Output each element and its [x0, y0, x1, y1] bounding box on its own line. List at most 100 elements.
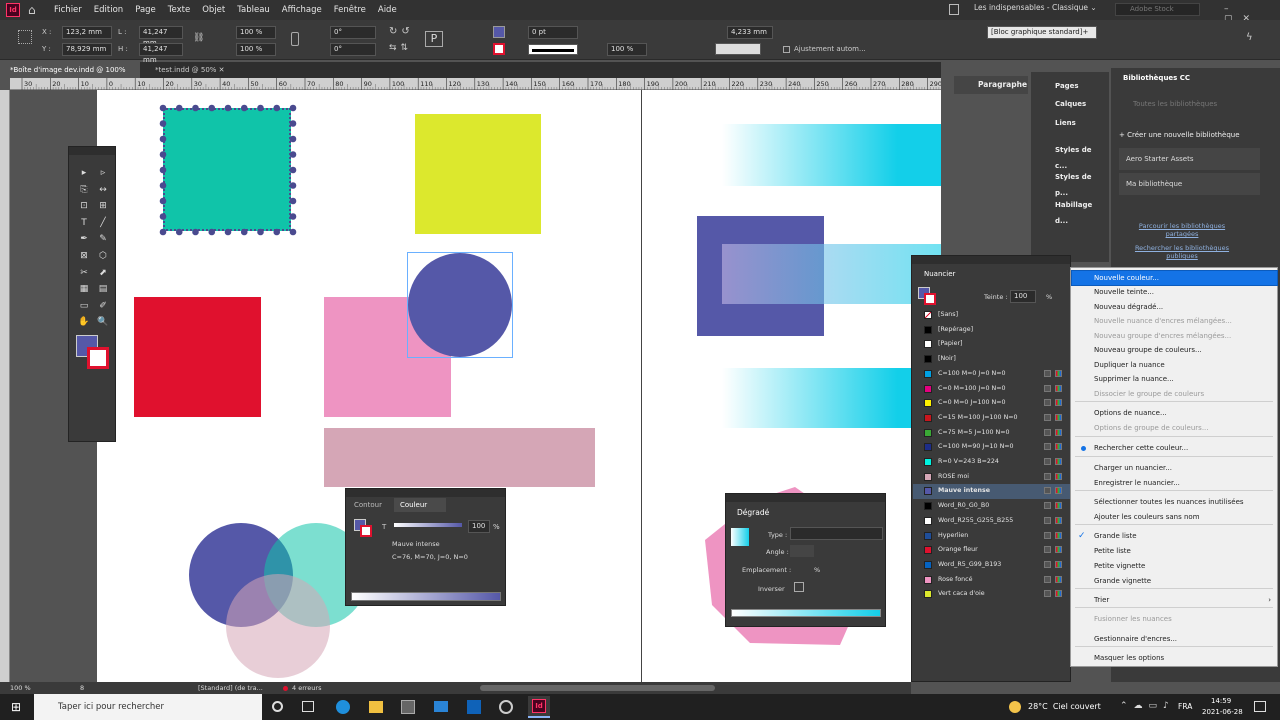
stroke-color-box[interactable]	[87, 347, 109, 369]
adobe-stock-search[interactable]: Adobe Stock	[1115, 3, 1200, 16]
side-panel-item-3[interactable]: Styles de c...	[1036, 142, 1102, 170]
context-menu-item[interactable]: Petite vignette	[1072, 559, 1277, 573]
swatch-row[interactable]: Orange fleur	[913, 543, 1070, 558]
type-tool-icon[interactable]: T	[78, 217, 90, 229]
stroke-swatch[interactable]	[493, 43, 505, 55]
cortana-icon[interactable]	[272, 701, 283, 712]
context-menu-item[interactable]: Nouvelle teinte...	[1072, 285, 1277, 299]
swatch-row[interactable]: Vert caca d'oie	[913, 587, 1070, 602]
create-library-button[interactable]: + Créer une nouvelle bibliothèque	[1119, 128, 1269, 142]
line-tool-icon[interactable]: ╱	[97, 217, 109, 229]
swatch-row[interactable]: C=100 M=90 J=10 N=0	[913, 440, 1070, 455]
clock-date[interactable]: 2021-06-28	[1202, 708, 1243, 716]
reference-point-icon[interactable]	[18, 30, 32, 44]
gradient-type-select[interactable]	[790, 527, 883, 540]
tray-icons[interactable]: ⌃☁▭♪	[1120, 701, 1175, 711]
horizontal-scrollbar[interactable]	[480, 685, 715, 691]
tab-test[interactable]: *test.indd @ 50% ✕	[145, 62, 235, 78]
gradient-swatch-tool-icon[interactable]: ▦	[78, 283, 90, 295]
link-icon[interactable]: ⛓	[193, 33, 204, 45]
swatch-row[interactable]: C=0 M=0 J=100 N=0	[913, 396, 1070, 411]
note-tool-icon[interactable]: ▭	[78, 300, 90, 312]
edge-icon[interactable]	[336, 700, 350, 714]
explorer-icon[interactable]	[369, 701, 383, 713]
task-view-icon[interactable]	[302, 701, 314, 712]
x-field[interactable]: 123,2 mm	[62, 26, 112, 39]
context-menu-item[interactable]: Grande liste ✓	[1072, 529, 1277, 543]
polygon-tool-icon[interactable]: ⬡	[97, 250, 109, 262]
page-number[interactable]: 8	[80, 684, 84, 692]
object-style-select[interactable]: [Bloc graphique standard]+	[987, 26, 1097, 39]
cyan-gradient-bar-1[interactable]	[722, 124, 941, 186]
menu-objet[interactable]: Objet	[202, 5, 225, 15]
selection-bbox[interactable]	[407, 252, 513, 358]
scissors-tool-icon[interactable]: ✂	[78, 267, 90, 279]
context-menu-item[interactable]: Nouveau dégradé...	[1072, 300, 1277, 314]
context-menu-item[interactable]: Dupliquer la nuance	[1072, 358, 1277, 372]
tab-boite-image[interactable]: *Boîte d'image dev.indd @ 100% ✕	[0, 62, 140, 90]
page-tool-icon[interactable]: ⎘	[78, 184, 90, 196]
height-field[interactable]: 41,247 mm	[139, 43, 183, 64]
library-aero-starter[interactable]: Aero Starter Assets	[1119, 148, 1260, 170]
context-menu-item[interactable]: Trier ›	[1072, 593, 1277, 607]
cyan-gradient-bar-2[interactable]	[722, 244, 941, 304]
swatch-row[interactable]: C=100 M=0 J=0 N=0	[913, 367, 1070, 382]
menu-page[interactable]: Page	[135, 5, 156, 15]
horizontal-ruler[interactable]: 30 20 10 0 10 20 30 40 50 60 70 80 90 100 110 120 130 140…	[10, 78, 954, 90]
context-menu-item[interactable]: Gestionnaire d'encres...	[1072, 632, 1277, 646]
shear-field[interactable]: 0°	[330, 43, 376, 56]
side-panel-item-2[interactable]: Liens	[1036, 115, 1102, 131]
content-placer-tool-icon[interactable]: ⊞	[97, 200, 109, 212]
swatch-row[interactable]: [Sans]	[913, 308, 1070, 323]
menu-texte[interactable]: Texte	[168, 5, 190, 15]
menu-fichier[interactable]: Fichier	[54, 5, 82, 15]
swatch-row[interactable]: [Repérage]	[913, 323, 1070, 338]
hand-tool-icon[interactable]: ✋	[78, 316, 90, 328]
library-ma-bibliotheque[interactable]: Ma bibliothèque	[1119, 173, 1260, 195]
venn-circles[interactable]	[185, 520, 370, 682]
opacity-field[interactable]: 100 %	[607, 43, 647, 56]
direct-selection-tool-icon[interactable]: ▹	[97, 167, 109, 179]
autofit-checkbox[interactable]	[783, 46, 790, 53]
color-ramp[interactable]	[351, 592, 501, 601]
vertical-ruler[interactable]	[0, 90, 10, 682]
swatch-stroke-indicator[interactable]	[924, 293, 936, 305]
tab-contour[interactable]: Contour	[348, 498, 393, 512]
menu-fenetre[interactable]: Fenêtre	[334, 5, 366, 15]
free-transform-tool-icon[interactable]: ⬈	[97, 267, 109, 279]
context-menu-item[interactable]: Grande vignette	[1072, 574, 1277, 588]
stroke-type-select[interactable]	[528, 44, 578, 55]
swatch-row[interactable]: [Noir]	[913, 352, 1070, 367]
context-menu-item[interactable]: Ajouter les couleurs sans nom	[1072, 510, 1277, 524]
width-field[interactable]: 41,247 mm	[139, 26, 183, 47]
context-menu-item[interactable]: Nouveau groupe de couleurs...	[1072, 343, 1277, 357]
mauve-rectangle[interactable]	[324, 428, 595, 487]
tint-field[interactable]: 100	[1010, 290, 1036, 303]
tab-couleur[interactable]: Couleur	[394, 498, 446, 512]
side-panel-item-5[interactable]: Habillage d...	[1036, 197, 1102, 225]
paragraphe-panel-button[interactable]: Paragraphe	[954, 76, 1028, 94]
gap-tool-icon[interactable]: ↔	[97, 184, 109, 196]
store-icon[interactable]	[401, 700, 415, 714]
context-menu-item[interactable]: Nouvelle couleur...	[1071, 270, 1278, 286]
errors-count[interactable]: 4 erreurs	[292, 684, 321, 692]
swatch-row[interactable]: C=75 M=5 J=100 N=0	[913, 426, 1070, 441]
cc-search-input[interactable]: Toutes les bibliothèques	[1119, 96, 1269, 112]
lightning-icon[interactable]: ϟ	[1246, 32, 1256, 44]
outlook-icon[interactable]	[467, 700, 481, 714]
share-icon[interactable]	[949, 4, 959, 15]
cyan-gradient-bar-3[interactable]	[722, 368, 941, 428]
constrain-proportions-icon[interactable]	[291, 32, 299, 46]
notification-icon[interactable]	[1254, 701, 1266, 712]
content-collector-tool-icon[interactable]: ⊡	[78, 200, 90, 212]
flip-icons[interactable]: ⇆⇅	[389, 43, 425, 56]
swatch-row[interactable]: Word_R255_G255_B255	[913, 514, 1070, 529]
y-field[interactable]: 78,929 mm	[62, 43, 112, 56]
panel-stroke-swatch[interactable]	[360, 525, 372, 537]
side-panel-item-1[interactable]: Calques	[1036, 96, 1102, 112]
swatch-row[interactable]: R=0 V=243 B=224	[913, 455, 1070, 470]
mail-icon[interactable]	[434, 701, 448, 712]
context-menu-item[interactable]: Enregistrer le nuancier...	[1072, 476, 1277, 490]
context-menu-item[interactable]: Options de nuance...	[1072, 406, 1277, 420]
swatch-row[interactable]: Word_R0_G0_B0	[913, 499, 1070, 514]
